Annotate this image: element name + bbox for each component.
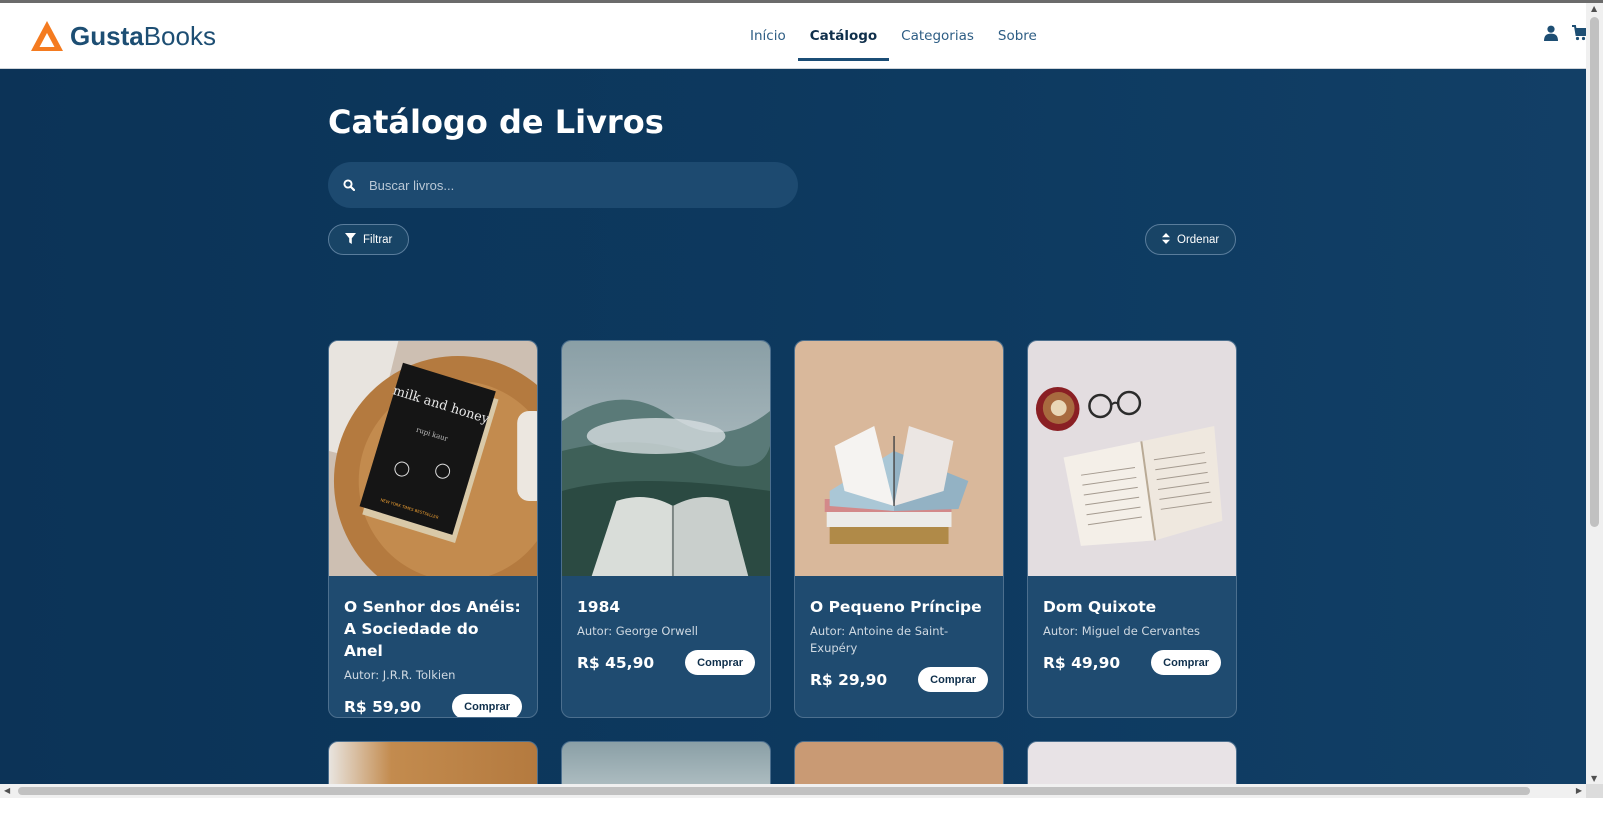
book-card[interactable]: O Pequeno Príncipe Autor: Antoine de Sai…	[794, 340, 1004, 718]
book-title[interactable]: O Senhor dos Anéis: A Sociedade do Anel	[344, 596, 522, 662]
user-icon[interactable]	[1544, 25, 1558, 41]
buy-button[interactable]: Comprar	[452, 694, 522, 717]
book-price: R$ 49,90	[1043, 653, 1121, 672]
book-author: Autor: Miguel de Cervantes	[1043, 624, 1200, 638]
navbar: GustaBooks Início Catálogo Categorias So…	[0, 3, 1586, 69]
nav-link-categorias[interactable]: Categorias	[889, 3, 986, 69]
sort-icon	[1162, 232, 1170, 247]
logo-triangle-icon	[31, 21, 63, 51]
book-cover-image	[562, 341, 770, 576]
scroll-left-arrow-icon[interactable]: ◀	[4, 786, 10, 795]
brand-name: GustaBooks	[70, 20, 216, 51]
search-bar[interactable]	[328, 162, 798, 208]
search-input[interactable]	[369, 177, 769, 193]
book-cover-image	[1028, 341, 1236, 576]
buy-button[interactable]: Comprar	[1151, 650, 1221, 675]
book-title[interactable]: 1984	[577, 596, 755, 618]
filter-button[interactable]: Filtrar	[328, 224, 410, 255]
book-author: Autor: George Orwell	[577, 624, 698, 638]
window-bottom-area	[0, 798, 1603, 815]
scroll-right-arrow-icon[interactable]: ▶	[1576, 786, 1582, 795]
scroll-down-arrow-icon[interactable]: ▼	[1591, 774, 1597, 783]
sort-button[interactable]: Ordenar	[1145, 224, 1237, 255]
nav-link-inicio[interactable]: Início	[738, 3, 798, 69]
book-title[interactable]: O Pequeno Príncipe	[810, 596, 988, 618]
buy-button[interactable]: Comprar	[918, 667, 988, 692]
search-icon	[343, 176, 356, 195]
book-author: Autor: J.R.R. Tolkien	[344, 668, 456, 682]
book-author: Autor: Antoine de Saint-Exupéry	[810, 624, 949, 655]
brand-logo[interactable]: GustaBooks	[30, 20, 216, 52]
scrollbar-corner	[1586, 784, 1603, 798]
scroll-up-arrow-icon[interactable]: ▲	[1591, 4, 1597, 13]
nav-link-sobre[interactable]: Sobre	[986, 3, 1049, 69]
book-card[interactable]: 1984 Autor: George Orwell R$ 45,90 Compr…	[561, 340, 771, 718]
sort-label: Ordenar	[1177, 233, 1220, 246]
book-price: R$ 29,90	[810, 670, 888, 689]
page-title: Catálogo de Livros	[328, 103, 664, 141]
catalog-page: Catálogo de Livros Filtrar Ordenar	[0, 69, 1586, 784]
book-card-partial[interactable]	[794, 741, 1004, 784]
main-nav: Início Catálogo Categorias Sobre	[738, 3, 1049, 69]
book-card-partial[interactable]	[561, 741, 771, 784]
book-title[interactable]: Dom Quixote	[1043, 596, 1221, 618]
book-card-partial[interactable]	[328, 741, 538, 784]
vertical-scrollbar[interactable]: ▲ ▼	[1586, 3, 1603, 784]
book-cover-image: milk and honey rupi kaur NEW YORK TIMES …	[329, 341, 537, 576]
nav-link-catalogo[interactable]: Catálogo	[797, 3, 890, 69]
buy-button[interactable]: Comprar	[685, 650, 755, 675]
book-card[interactable]: milk and honey rupi kaur NEW YORK TIMES …	[328, 340, 538, 718]
filter-icon	[345, 232, 356, 247]
cart-icon[interactable]	[1572, 25, 1586, 41]
horizontal-scrollbar[interactable]: ◀ ▶	[0, 784, 1586, 798]
book-cover-image	[795, 341, 1003, 576]
book-price: R$ 45,90	[577, 653, 655, 672]
book-card[interactable]: Dom Quixote Autor: Miguel de Cervantes R…	[1027, 340, 1237, 718]
nav-icons	[1544, 25, 1586, 41]
vertical-scrollbar-thumb[interactable]	[1590, 17, 1599, 527]
horizontal-scrollbar-thumb[interactable]	[18, 787, 1530, 795]
book-price: R$ 59,90	[344, 697, 422, 716]
filter-label: Filtrar	[363, 233, 393, 246]
book-card-partial[interactable]	[1027, 741, 1237, 784]
